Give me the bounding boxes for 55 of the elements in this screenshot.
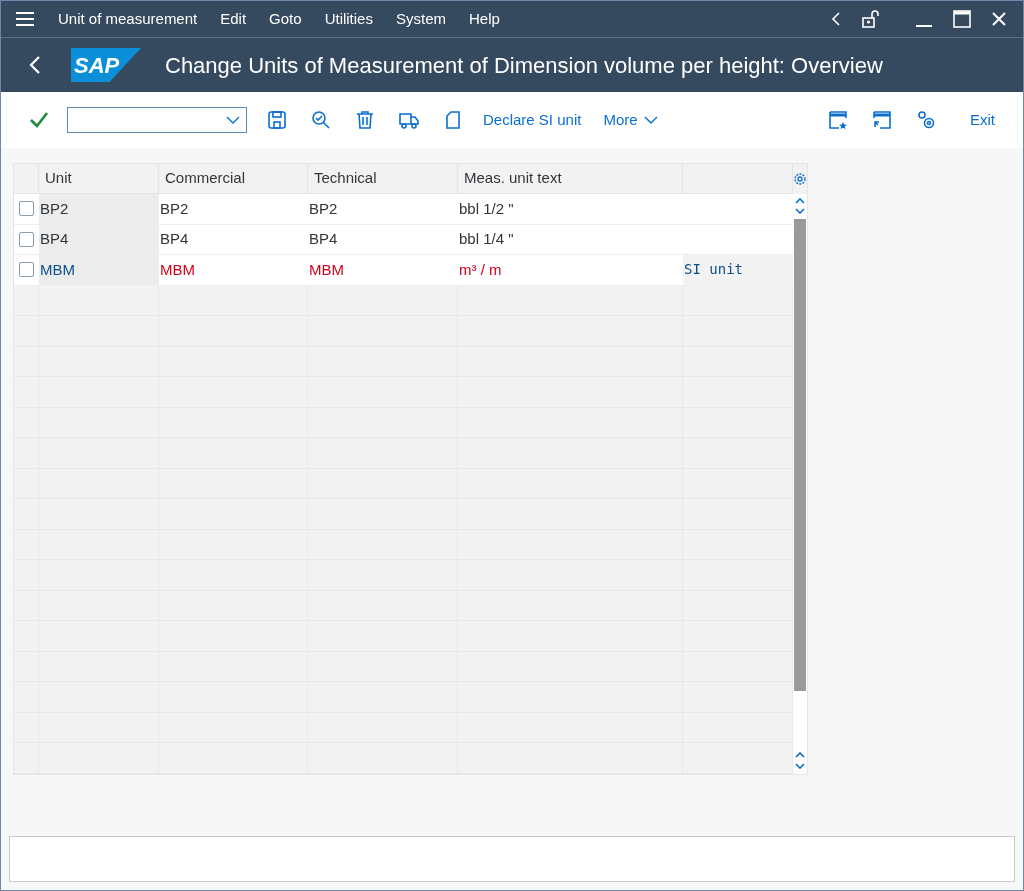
table-cell-text: bbl 1/2 " — [459, 198, 514, 219]
scroll-up-icon[interactable] — [793, 197, 807, 204]
maximize-icon[interactable] — [953, 10, 971, 28]
checkbox[interactable] — [19, 201, 34, 217]
scroll-thumb[interactable] — [794, 219, 806, 691]
menu-item[interactable]: Help — [469, 7, 500, 31]
table-cell-text: MBM — [40, 259, 75, 280]
document-icon[interactable] — [443, 110, 463, 130]
more-button[interactable]: More — [603, 108, 658, 132]
table-cell-text: MBM — [160, 259, 195, 280]
window-star-icon[interactable] — [828, 110, 848, 130]
menu-item[interactable]: Edit — [220, 7, 247, 31]
menu-item[interactable]: Unit of measurement — [58, 7, 198, 31]
column-header: Meas. unit text — [464, 168, 562, 189]
gears-icon[interactable] — [916, 110, 936, 130]
scroll-down-icon[interactable] — [793, 762, 807, 770]
truck-icon[interactable] — [399, 110, 419, 130]
scroll-up-icon[interactable] — [793, 750, 807, 758]
checkmark-icon[interactable] — [29, 111, 49, 129]
table-cell-text: BP4 — [160, 229, 189, 249]
settings-icon[interactable] — [793, 164, 807, 194]
checkbox[interactable] — [19, 262, 34, 278]
menu-item[interactable]: Goto — [269, 7, 302, 31]
logo: SAP — [71, 48, 141, 82]
menu-item[interactable]: System — [395, 7, 446, 31]
table-cell-text: m³ / m — [459, 259, 502, 280]
table-cell-text: BP2 — [309, 198, 338, 219]
chevron-down-icon[interactable] — [226, 116, 240, 124]
command-field[interactable] — [67, 107, 247, 133]
menu-icon[interactable] — [15, 11, 35, 27]
checkbox[interactable] — [19, 231, 34, 247]
trash-icon[interactable] — [355, 110, 375, 130]
table-cell-text: SI unit — [683, 260, 743, 280]
menu-item[interactable]: Utilities — [324, 7, 373, 31]
column-header: Unit — [45, 168, 72, 189]
table-cell-text: BP2 — [40, 198, 69, 219]
search-icon[interactable] — [311, 110, 331, 130]
window-title: Change Units of Measurement of Dimension volume per height: Overview — [165, 51, 883, 80]
table-cell-text: BP4 — [309, 229, 338, 249]
column-header: Commercial — [165, 168, 245, 189]
table-cell-text: BP2 — [160, 198, 189, 219]
table-cell-text: BP4 — [40, 229, 69, 249]
close-icon[interactable] — [991, 11, 1007, 27]
padlock-icon[interactable] — [861, 9, 881, 29]
caret-icon — [643, 116, 658, 124]
save-icon[interactable] — [267, 110, 287, 130]
action-button[interactable]: Declare SI unit — [483, 108, 582, 132]
table-cell-text: bbl 1/4 " — [459, 229, 514, 249]
window-arrows-icon[interactable] — [872, 110, 892, 130]
table-cell-text: MBM — [309, 259, 344, 280]
back-icon[interactable] — [29, 55, 41, 75]
exit-button[interactable]: Exit — [970, 108, 995, 132]
chevron-left-icon[interactable] — [831, 11, 841, 27]
scroll-down-icon[interactable] — [793, 208, 807, 215]
column-header: Technical — [314, 168, 377, 189]
